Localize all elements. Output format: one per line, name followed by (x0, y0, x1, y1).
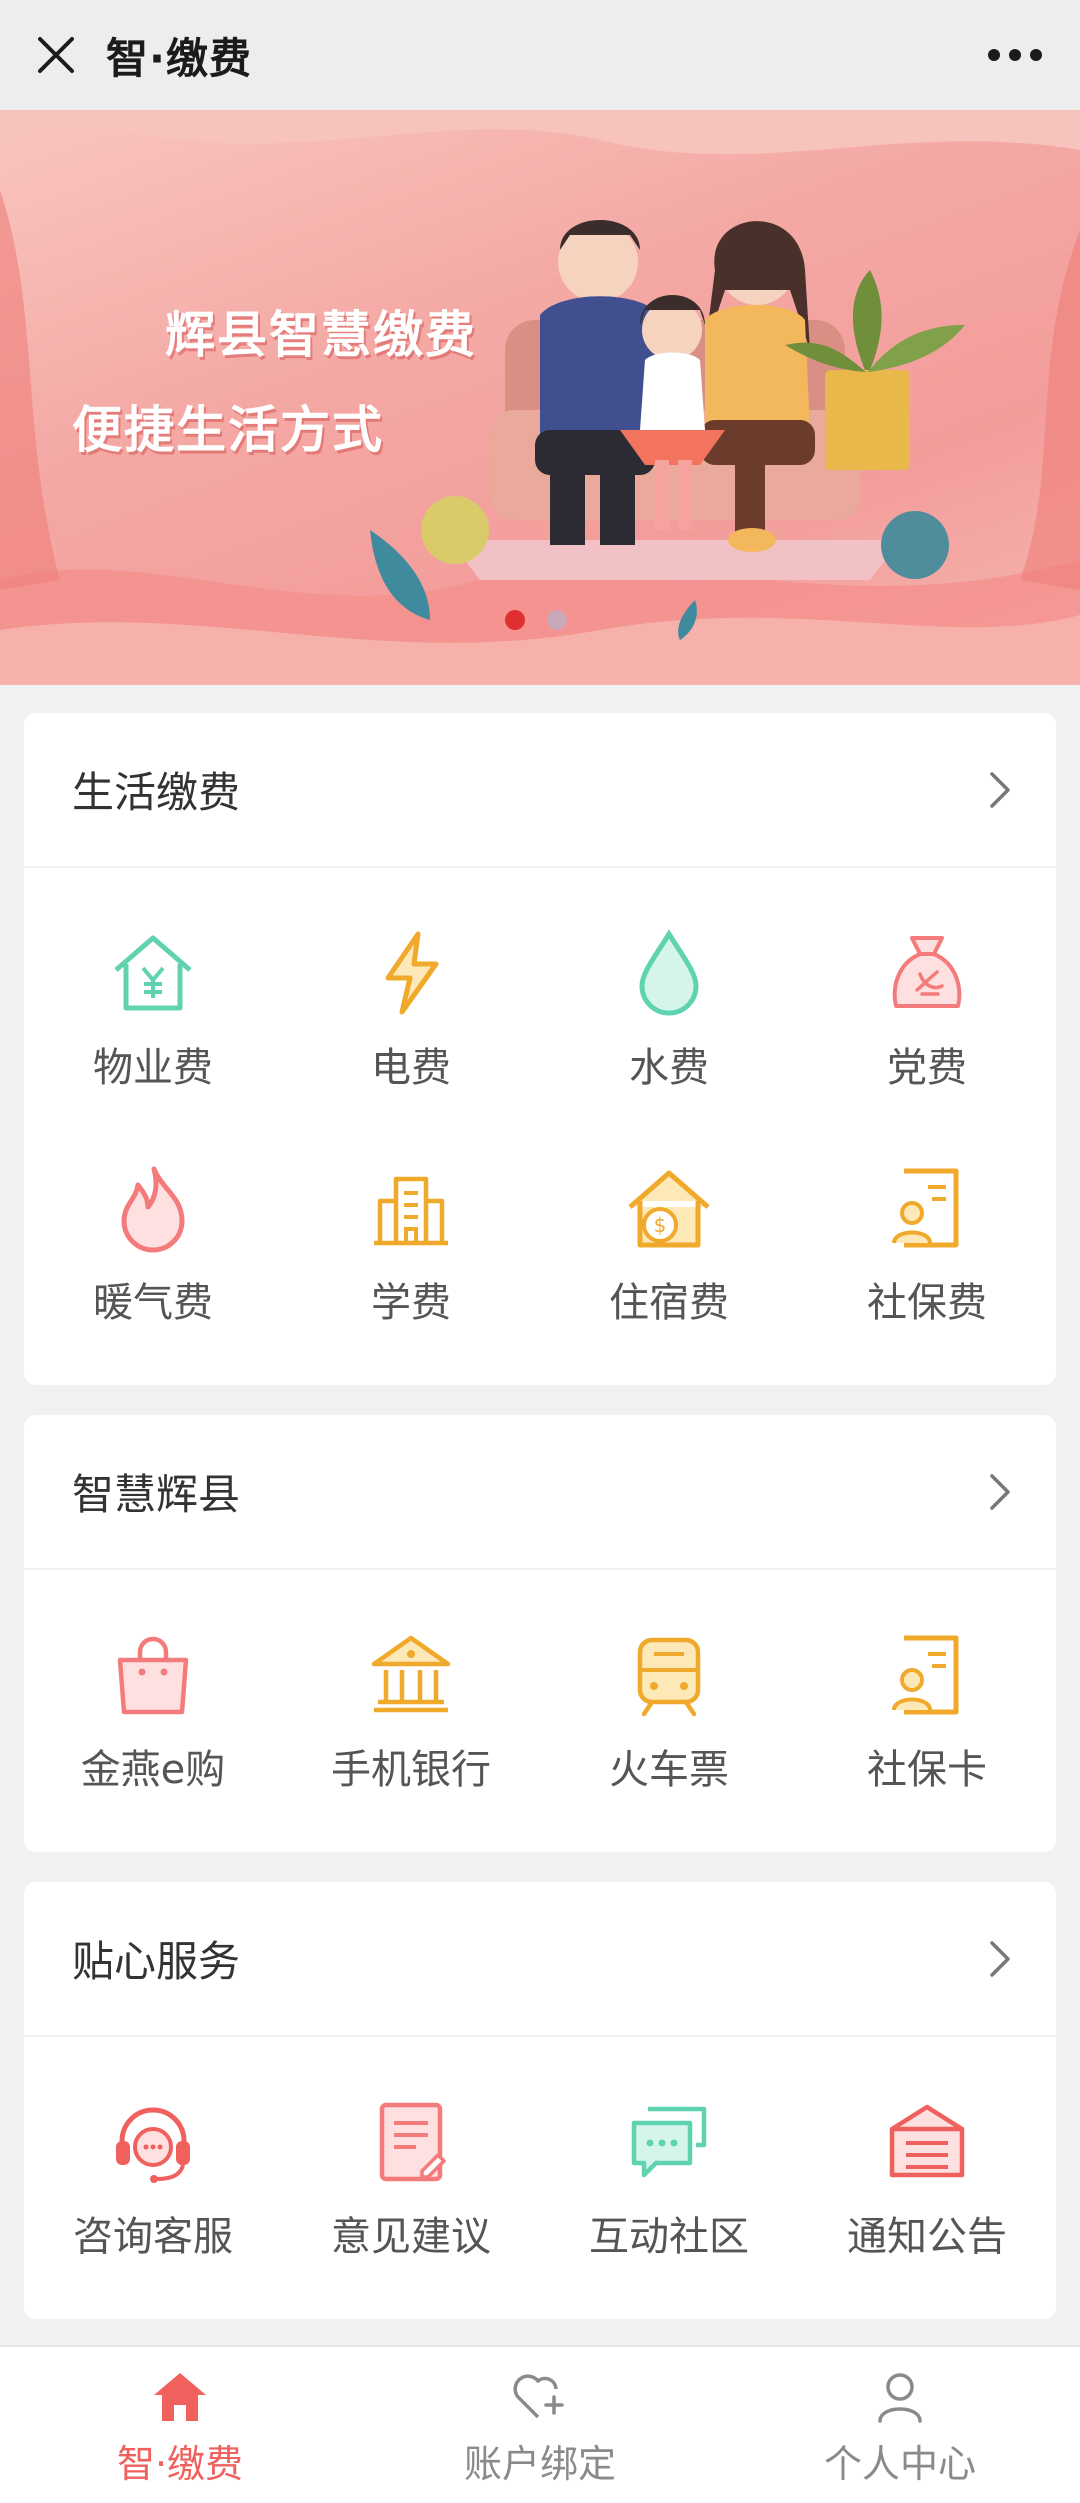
service-electricity-fee[interactable]: 电费 (282, 868, 540, 1103)
tab-account-binding[interactable]: 账户绑定 (360, 2347, 720, 2503)
service-party-fee[interactable]: 党费 (798, 868, 1056, 1103)
tab-label: 智·缴费 (116, 2442, 244, 2486)
service-label: 手机银行 (331, 1747, 491, 1793)
water-drop-icon (619, 923, 719, 1023)
section-title: 生活缴费 (72, 768, 241, 817)
section-title: 贴心服务 (72, 1937, 241, 1986)
service-label: 通知公告 (847, 2214, 1007, 2260)
service-tuition-fee[interactable]: 学费 (282, 1103, 540, 1338)
tab-label: 个人中心 (823, 2442, 976, 2486)
service-announcements[interactable]: 通知公告 (798, 2037, 1056, 2272)
banner-subheadline: 便捷生活方式 (72, 401, 384, 459)
school-building-icon (361, 1158, 461, 1258)
banner-headline: 辉县智慧缴费 (165, 306, 477, 364)
service-jinyan-eshop[interactable]: 金燕e购 (24, 1570, 282, 1805)
service-accommodation-fee[interactable]: $ 住宿费 (540, 1103, 798, 1338)
flame-icon (103, 1158, 203, 1258)
service-label: 物业费 (93, 1045, 213, 1091)
page-title: 智·缴费 (106, 33, 252, 83)
carousel-dot[interactable] (547, 610, 567, 630)
train-icon (619, 1625, 719, 1725)
property-house-icon (103, 923, 203, 1023)
top-bar: 智·缴费 (0, 0, 1080, 110)
house-coin-icon: $ (619, 1158, 719, 1258)
carousel-dot-active[interactable] (505, 610, 525, 630)
service-label: 电费 (371, 1045, 451, 1091)
tab-payment[interactable]: 智·缴费 (0, 2347, 360, 2503)
service-label: 金燕e购 (80, 1747, 226, 1793)
section-header[interactable]: 智慧辉县 (24, 1415, 1056, 1570)
service-property-fee[interactable]: 物业费 (24, 868, 282, 1103)
service-label: 社保费 (867, 1280, 987, 1326)
document-edit-icon (361, 2092, 461, 2192)
section-header[interactable]: 生活缴费 (24, 713, 1056, 868)
home-icon (154, 2373, 206, 2421)
svg-text:$: $ (654, 1213, 667, 1237)
shopping-bag-icon (103, 1625, 203, 1725)
service-water-fee[interactable]: 水费 (540, 868, 798, 1103)
close-icon (38, 37, 74, 73)
section-smart-huixian: 智慧辉县 金燕e购 手机银行 火车票 社保卡 (24, 1415, 1056, 1852)
service-social-security-card[interactable]: 社保卡 (798, 1570, 1056, 1805)
service-community[interactable]: 互动社区 (540, 2037, 798, 2272)
service-feedback[interactable]: 意见建议 (282, 2037, 540, 2272)
chevron-right-icon (990, 771, 1010, 808)
bank-icon (361, 1625, 461, 1725)
service-label: 住宿费 (609, 1280, 729, 1326)
close-button[interactable] (26, 25, 86, 85)
tab-profile[interactable]: 个人中心 (720, 2347, 1080, 2503)
service-social-insurance-fee[interactable]: 社保费 (798, 1103, 1056, 1338)
carousel-indicator (505, 610, 567, 630)
user-icon (878, 2373, 922, 2423)
banner-carousel[interactable]: 辉县智慧缴费 便捷生活方式 (0, 110, 1080, 685)
announcement-icon (877, 2092, 977, 2192)
id-card-icon (877, 1158, 977, 1258)
chevron-right-icon (990, 1940, 1010, 1977)
id-card-icon (877, 1625, 977, 1725)
heart-plus-icon (513, 2374, 564, 2419)
service-heating-fee[interactable]: 暖气费 (24, 1103, 282, 1338)
service-label: 社保卡 (867, 1747, 987, 1793)
bottom-tab-bar: 智·缴费 账户绑定 个人中心 (0, 2345, 1080, 2503)
service-label: 意见建议 (331, 2214, 491, 2260)
headset-icon (103, 2092, 203, 2192)
service-train-ticket[interactable]: 火车票 (540, 1570, 798, 1805)
service-label: 咨询客服 (73, 2214, 233, 2260)
tab-label: 账户绑定 (463, 2442, 616, 2486)
service-mobile-banking[interactable]: 手机银行 (282, 1570, 540, 1805)
section-caring-service: 贴心服务 咨询客服 意见建议 互动社区 通知公告 (24, 1882, 1056, 2319)
service-label: 火车票 (609, 1747, 729, 1793)
service-label: 党费 (887, 1045, 967, 1091)
more-icon (988, 49, 1042, 61)
section-life-payment: 生活缴费 物业费 电费 水费 党费 暖气费 学费 $ 住宿费 社保费 (24, 713, 1056, 1385)
section-title: 智慧辉县 (72, 1470, 241, 1519)
service-customer-support[interactable]: 咨询客服 (24, 2037, 282, 2272)
section-header[interactable]: 贴心服务 (24, 1882, 1056, 2037)
lightning-icon (361, 923, 461, 1023)
service-label: 学费 (371, 1280, 451, 1326)
more-button[interactable] (980, 25, 1050, 85)
chat-bubbles-icon (619, 2092, 719, 2192)
party-bag-icon (877, 923, 977, 1023)
service-label: 暖气费 (93, 1280, 213, 1326)
service-label: 互动社区 (589, 2214, 749, 2260)
chevron-right-icon (990, 1473, 1010, 1510)
service-label: 水费 (629, 1045, 709, 1091)
